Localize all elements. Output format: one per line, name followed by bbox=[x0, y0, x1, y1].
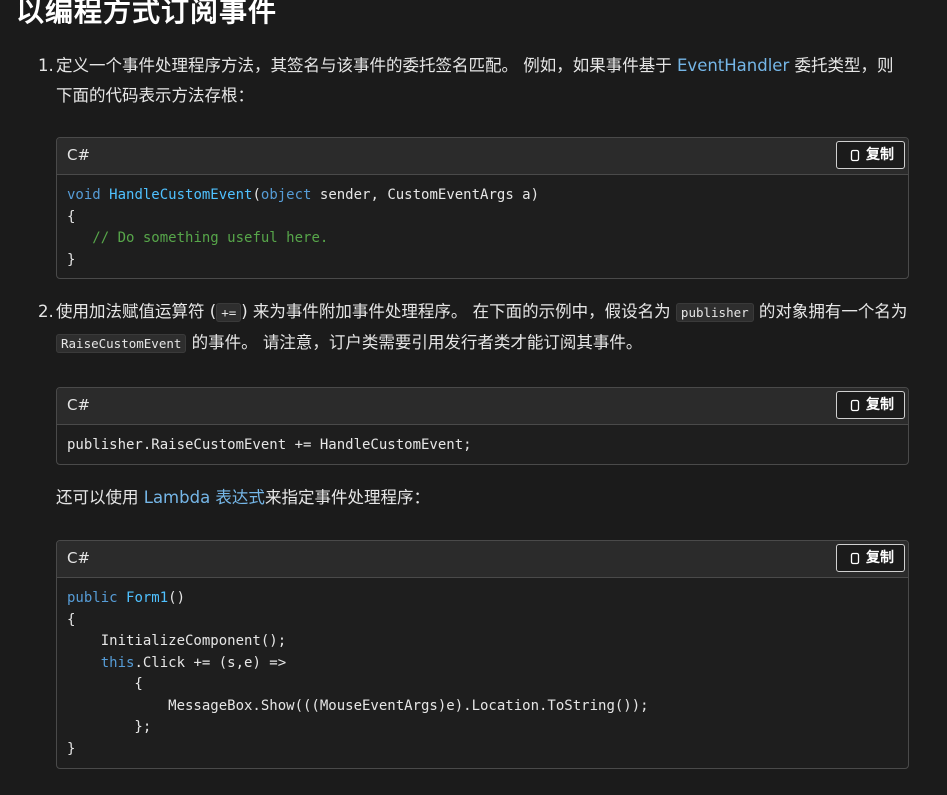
code-block-1: C# 复制 void HandleCustomEvent(object send… bbox=[56, 137, 909, 279]
code-token: object bbox=[260, 187, 312, 203]
code-line: InitializeComponent(); bbox=[67, 633, 287, 649]
code-token: .Click += (s,e) => bbox=[134, 654, 287, 671]
code-token: this bbox=[100, 654, 135, 671]
lambda-paragraph: 还可以使用 Lambda 表达式来指定事件处理程序： bbox=[56, 483, 430, 513]
para-text-part: 还可以使用 bbox=[56, 488, 144, 507]
copy-label: 复制 bbox=[866, 397, 894, 413]
code-line: MessageBox.Show(((MouseEventArgs)e).Loca… bbox=[67, 697, 649, 714]
code-token: void bbox=[67, 187, 101, 203]
inline-code-operator: += bbox=[216, 303, 242, 322]
step-number: 1. bbox=[38, 56, 54, 75]
code-language: C# bbox=[67, 549, 91, 567]
copy-button[interactable]: 复制 bbox=[836, 544, 905, 572]
para-text-part: 来指定事件处理程序： bbox=[264, 488, 430, 507]
code-header: C# 复制 bbox=[57, 541, 908, 578]
step-text-part: 的对象拥有一个名为 bbox=[753, 302, 908, 321]
code-line: { bbox=[67, 208, 76, 225]
code-content: publisher.RaiseCustomEvent += HandleCust… bbox=[57, 425, 908, 464]
copy-label: 复制 bbox=[866, 550, 894, 566]
code-block-3: C# 复制 public Form1() { InitializeCompone… bbox=[56, 540, 909, 769]
code-content: void HandleCustomEvent(object sender, Cu… bbox=[57, 175, 908, 278]
code-token: () bbox=[168, 590, 186, 606]
step-text: 使用加法赋值运算符 (+=) 来为事件附加事件处理程序。 在下面的示例中，假设名… bbox=[56, 297, 908, 359]
code-token: HandleCustomEvent bbox=[109, 187, 253, 203]
code-line: { bbox=[67, 611, 76, 628]
step-text: 定义一个事件处理程序方法，其签名与该事件的委托签名匹配。 例如，如果事件基于 E… bbox=[56, 51, 908, 111]
code-line: } bbox=[67, 740, 76, 757]
code-line: publisher.RaiseCustomEvent += HandleCust… bbox=[67, 437, 472, 453]
step-text-part: ) 来为事件附加事件处理程序。 在下面的示例中，假设名为 bbox=[241, 302, 676, 321]
copy-button[interactable]: 复制 bbox=[836, 391, 905, 419]
copy-icon bbox=[849, 552, 861, 565]
copy-icon bbox=[849, 149, 861, 162]
code-token: public bbox=[67, 590, 118, 606]
step-text-part: 定义一个事件处理程序方法，其签名与该事件的委托签名匹配。 例如，如果事件基于 bbox=[56, 56, 677, 75]
code-language: C# bbox=[67, 396, 91, 414]
code-header: C# 复制 bbox=[57, 138, 908, 175]
article-page: 以编程方式订阅事件 1. 定义一个事件处理程序方法，其签名与该事件的委托签名匹配… bbox=[0, 0, 947, 795]
step-1: 1. 定义一个事件处理程序方法，其签名与该事件的委托签名匹配。 例如，如果事件基… bbox=[38, 51, 908, 111]
step-number: 2. bbox=[38, 302, 54, 321]
code-line: } bbox=[67, 251, 76, 268]
code-language: C# bbox=[67, 146, 91, 164]
code-block-2: C# 复制 publisher.RaiseCustomEvent += Hand… bbox=[56, 387, 909, 465]
code-comment: // Do something useful here. bbox=[92, 230, 329, 246]
code-token: Form1 bbox=[126, 590, 169, 606]
step-2: 2. 使用加法赋值运算符 (+=) 来为事件附加事件处理程序。 在下面的示例中，… bbox=[38, 297, 908, 359]
page-title: 以编程方式订阅事件 bbox=[16, 0, 278, 28]
eventhandler-link[interactable]: EventHandler bbox=[677, 56, 789, 75]
code-line: }; bbox=[67, 719, 152, 735]
step-text-part: 的事件。 请注意，订户类需要引用发行者类才能订阅其事件。 bbox=[186, 333, 643, 352]
copy-label: 复制 bbox=[866, 147, 894, 163]
copy-button[interactable]: 复制 bbox=[836, 141, 905, 169]
code-token: ( bbox=[252, 187, 261, 203]
inline-code-raisecustomevent: RaiseCustomEvent bbox=[56, 334, 187, 353]
code-header: C# 复制 bbox=[57, 388, 908, 425]
code-line: { bbox=[67, 676, 143, 692]
code-token: sender, CustomEventArgs a) bbox=[311, 187, 540, 203]
copy-icon bbox=[849, 399, 861, 412]
step-text-part: 使用加法赋值运算符 ( bbox=[56, 302, 217, 321]
inline-code-publisher: publisher bbox=[675, 303, 754, 322]
lambda-expressions-link[interactable]: Lambda 表达式 bbox=[144, 488, 265, 507]
code-content: public Form1() { InitializeComponent(); … bbox=[57, 578, 908, 768]
